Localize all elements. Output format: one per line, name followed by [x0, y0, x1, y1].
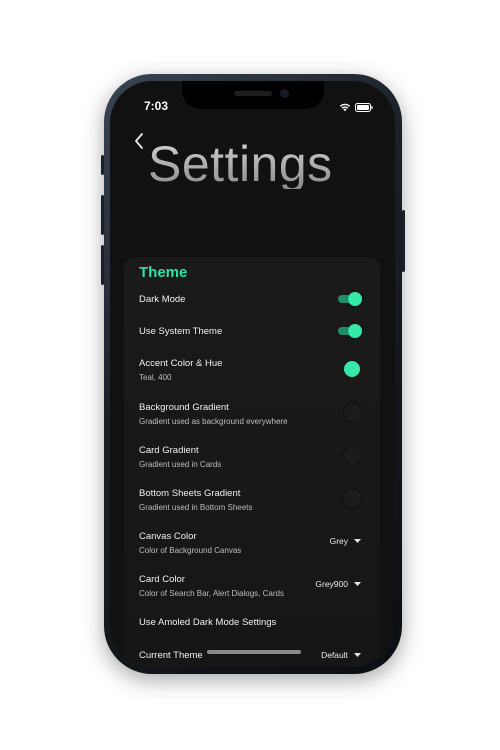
setting-title: Bottom Sheets Gradient — [139, 488, 241, 499]
page-title: Settings — [148, 136, 333, 192]
setting-title: Accent Color & Hue — [139, 358, 223, 369]
setting-subtitle: Color of Search Bar, Alert Dialogs, Card… — [139, 589, 284, 598]
setting-bottom-sheets-gradient[interactable]: Bottom Sheets Gradient Gradient used in … — [139, 488, 369, 513]
front-camera — [280, 89, 289, 98]
canvas-color-dropdown[interactable]: Grey — [330, 536, 361, 546]
setting-subtitle: Gradient used in Bottom Sheets — [139, 503, 253, 512]
battery-icon — [355, 99, 373, 117]
setting-dark-mode[interactable]: Dark Mode — [139, 294, 369, 306]
caret-down-icon — [354, 539, 361, 543]
setting-title: Card Gradient — [139, 445, 199, 456]
setting-subtitle: Teal, 400 — [139, 373, 172, 382]
setting-background-gradient[interactable]: Background Gradient Gradient used as bac… — [139, 402, 369, 427]
use-system-theme-toggle[interactable] — [338, 324, 362, 338]
dark-mode-toggle[interactable] — [338, 292, 362, 306]
back-button[interactable] — [130, 131, 148, 151]
volume-down-button — [101, 245, 104, 285]
mute-switch — [101, 155, 104, 175]
caret-down-icon — [354, 582, 361, 586]
accent-color-swatch[interactable] — [344, 361, 360, 377]
chevron-left-icon — [135, 133, 143, 149]
setting-use-amoled-dark-mode[interactable]: Use Amoled Dark Mode Settings — [139, 617, 369, 629]
status-time: 7:03 — [144, 99, 169, 113]
current-theme-dropdown[interactable]: Default — [321, 650, 361, 660]
stage: 7:03 Settings Theme Dark Mode Use System… — [0, 0, 500, 750]
volume-up-button — [101, 195, 104, 235]
setting-title: Dark Mode — [139, 294, 186, 305]
card-gradient-toggle[interactable] — [340, 447, 364, 464]
notch — [182, 81, 324, 109]
power-button — [402, 210, 405, 272]
dropdown-value: Default — [321, 650, 348, 660]
setting-use-system-theme[interactable]: Use System Theme — [139, 326, 369, 338]
speaker-grille — [234, 91, 272, 96]
status-icons — [339, 99, 373, 117]
setting-card-gradient[interactable]: Card Gradient Gradient used in Cards — [139, 445, 369, 470]
dropdown-value: Grey900 — [315, 579, 348, 589]
bottom-sheets-gradient-toggle[interactable] — [340, 490, 364, 507]
home-indicator[interactable] — [207, 650, 301, 654]
background-gradient-toggle[interactable] — [340, 404, 364, 421]
wifi-icon — [339, 99, 351, 117]
setting-subtitle: Color of Background Canvas — [139, 546, 242, 555]
setting-accent-color[interactable]: Accent Color & Hue Teal, 400 — [139, 358, 369, 383]
setting-subtitle: Gradient used as background everywhere — [139, 417, 288, 426]
section-title-theme: Theme — [139, 264, 188, 281]
dropdown-value: Grey — [329, 536, 348, 546]
setting-title: Use Amoled Dark Mode Settings — [139, 617, 277, 628]
caret-down-icon — [354, 653, 361, 657]
card-color-dropdown[interactable]: Grey900 — [315, 579, 361, 589]
phone-screen: 7:03 Settings Theme Dark Mode Use System… — [110, 81, 395, 667]
setting-title: Background Gradient — [139, 402, 229, 413]
setting-title: Use System Theme — [139, 326, 223, 337]
setting-subtitle: Gradient used in Cards — [139, 460, 222, 469]
